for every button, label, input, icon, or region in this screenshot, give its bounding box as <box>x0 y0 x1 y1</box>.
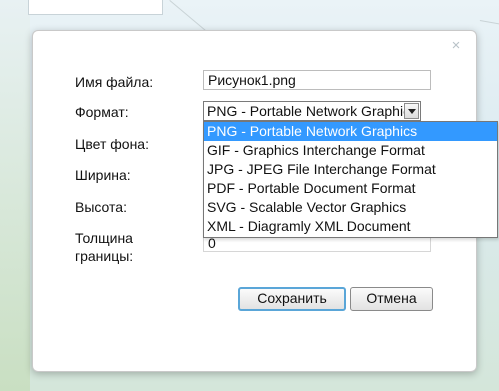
filename-input[interactable]: Рисунок1.png <box>203 70 431 90</box>
close-icon[interactable]: × <box>449 38 463 53</box>
format-option[interactable]: SVG - Scalable Vector Graphics <box>204 198 497 217</box>
format-select[interactable]: PNG - Portable Network Graphics <box>203 101 421 121</box>
border-width-label: Толщина границы: <box>75 229 133 265</box>
border-width-label-line2: границы: <box>75 248 134 264</box>
background-diagram-shape <box>28 0 163 15</box>
format-option[interactable]: XML - Diagramly XML Document <box>204 217 497 236</box>
border-width-label-line1: Толщина <box>75 230 133 246</box>
height-label: Высота: <box>75 199 127 215</box>
format-dropdown-list: PNG - Portable Network Graphics GIF - Gr… <box>203 121 498 238</box>
format-option[interactable]: GIF - Graphics Interchange Format <box>204 141 497 160</box>
width-label: Ширина: <box>75 167 131 183</box>
save-button[interactable]: Сохранить <box>238 287 346 311</box>
filename-label: Имя файла: <box>75 74 154 90</box>
cancel-button[interactable]: Отмена <box>350 287 433 311</box>
format-label: Формат: <box>75 104 129 120</box>
chevron-down-icon[interactable] <box>404 103 419 119</box>
format-option[interactable]: JPG - JPEG File Interchange Format <box>204 160 497 179</box>
export-dialog: × Имя файла: Рисунок1.png Формат: PNG - … <box>32 30 498 372</box>
format-option[interactable]: PDF - Portable Document Format <box>204 179 497 198</box>
bg-color-label: Цвет фона: <box>75 136 149 152</box>
format-select-value: PNG - Portable Network Graphics <box>207 103 418 119</box>
background-canvas-edge <box>0 0 30 391</box>
background-connector <box>479 20 499 28</box>
format-option[interactable]: PNG - Portable Network Graphics <box>204 122 497 141</box>
